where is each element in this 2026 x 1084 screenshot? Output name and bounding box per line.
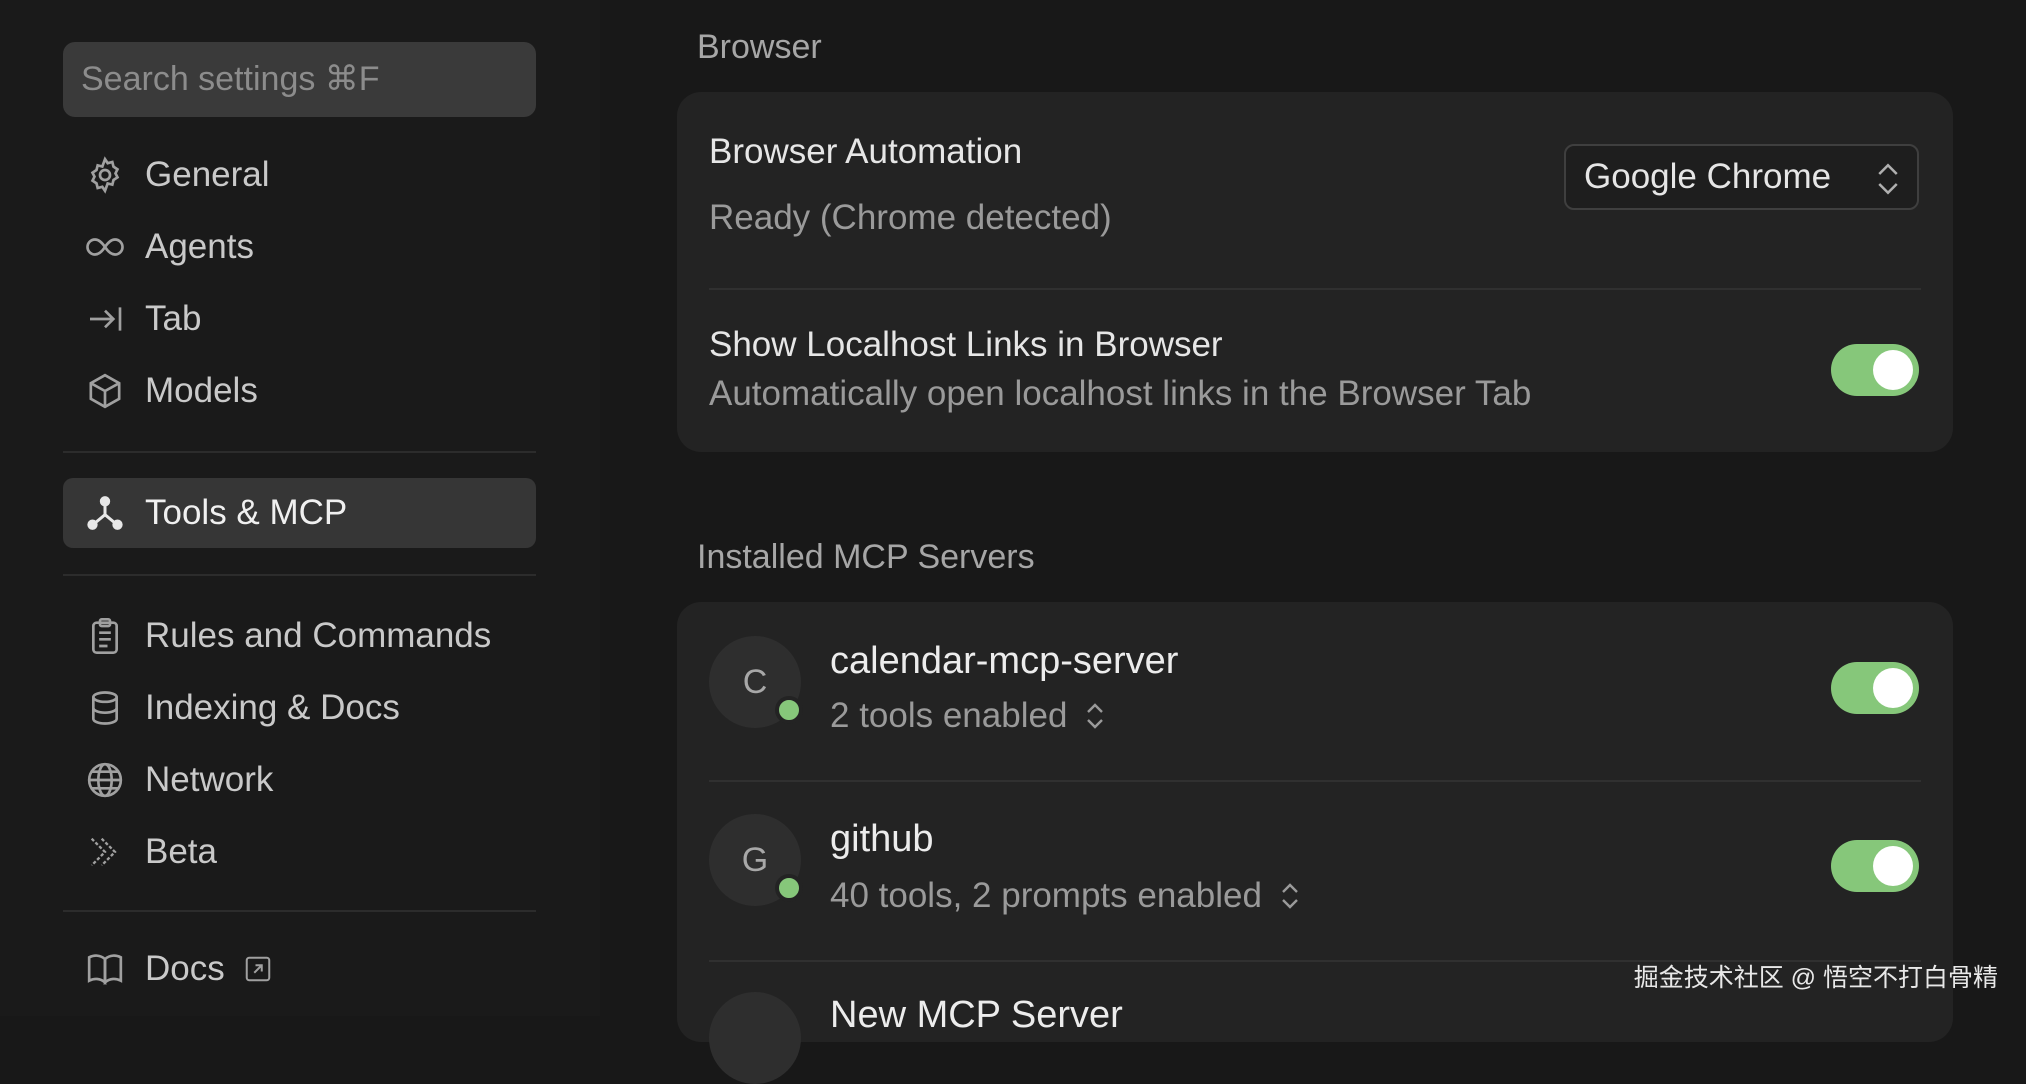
- book-icon: [83, 947, 127, 991]
- server-avatar: [709, 992, 801, 1084]
- chevron-up-down-icon: [1087, 703, 1104, 729]
- sidebar-divider: [63, 910, 536, 912]
- sidebar-item-tools-mcp[interactable]: Tools & MCP: [63, 478, 536, 548]
- toggle-knob: [1873, 668, 1913, 708]
- sidebar-item-label: Models: [145, 371, 258, 410]
- server-tools-dropdown[interactable]: 40 tools, 2 prompts enabled: [830, 876, 1302, 916]
- sidebar-item-network[interactable]: Network: [63, 745, 536, 815]
- sidebar-item-label: General: [145, 155, 270, 194]
- globe-icon: [83, 758, 127, 802]
- sidebar-divider: [63, 451, 536, 453]
- sidebar-item-models[interactable]: Models: [63, 356, 536, 426]
- server-tools-summary: 40 tools, 2 prompts enabled: [830, 876, 1262, 915]
- browser-automation-title: Browser Automation: [709, 132, 1023, 171]
- sidebar-item-label: Docs: [145, 949, 225, 988]
- search-settings-input[interactable]: [63, 42, 536, 117]
- sidebar-item-label: Tools & MCP: [145, 493, 348, 532]
- database-icon: [83, 686, 127, 730]
- sidebar-item-label: Rules and Commands: [145, 616, 492, 655]
- watermark-text: 掘金技术社区 @ 悟空不打白骨精: [1633, 964, 1998, 992]
- browser-settings-card: Browser Automation Ready (Chrome detecte…: [677, 92, 1953, 452]
- mcp-section-title: Installed MCP Servers: [697, 538, 1035, 576]
- clipboard-icon: [83, 614, 127, 658]
- network-nodes-icon: [83, 491, 127, 535]
- infinity-icon: [83, 225, 127, 269]
- sidebar-item-general[interactable]: General: [63, 140, 536, 210]
- status-online-dot: [775, 874, 803, 902]
- server-avatar-initial: C: [742, 662, 768, 701]
- chevron-up-down-icon: [1282, 883, 1298, 909]
- sidebar-item-rules-commands[interactable]: Rules and Commands: [63, 601, 536, 671]
- arrow-to-bar-icon: [83, 297, 127, 341]
- row-divider: [709, 288, 1921, 290]
- server-name: github: [830, 818, 934, 860]
- sidebar-item-label: Beta: [145, 832, 217, 871]
- sidebar-item-agents[interactable]: Agents: [63, 212, 536, 282]
- sidebar-item-label: Indexing & Docs: [145, 688, 400, 727]
- cube-icon: [83, 369, 127, 413]
- server-avatar: G: [709, 814, 803, 906]
- status-online-dot: [775, 696, 803, 724]
- toggle-knob: [1873, 350, 1913, 390]
- sidebar-item-label: Tab: [145, 299, 202, 338]
- sidebar-divider: [63, 574, 536, 576]
- external-link-icon: [245, 956, 270, 982]
- localhost-links-title: Show Localhost Links in Browser: [709, 325, 1223, 364]
- browser-select-value: Google Chrome: [1584, 157, 1832, 196]
- sidebar-item-tab[interactable]: Tab: [63, 284, 536, 354]
- sidebar-item-label: Agents: [145, 227, 254, 266]
- browser-section-title: Browser: [697, 28, 822, 66]
- server-avatar: C: [709, 636, 803, 728]
- settings-sidebar: General Agents Tab Models: [0, 0, 600, 1016]
- localhost-links-toggle[interactable]: [1831, 344, 1919, 396]
- sidebar-item-docs[interactable]: Docs: [63, 934, 536, 1004]
- sidebar-item-label: Network: [145, 760, 274, 799]
- gear-icon: [83, 153, 127, 197]
- localhost-links-description: Automatically open localhost links in th…: [709, 374, 1532, 413]
- row-divider: [709, 780, 1921, 782]
- browser-automation-status: Ready (Chrome detected): [709, 198, 1112, 237]
- server-enable-toggle[interactable]: [1831, 840, 1919, 892]
- server-tools-summary: 2 tools enabled: [830, 696, 1068, 735]
- server-tools-dropdown[interactable]: 2 tools enabled: [830, 696, 1107, 736]
- sidebar-item-indexing-docs[interactable]: Indexing & Docs: [63, 673, 536, 743]
- toggle-knob: [1873, 846, 1913, 886]
- server-name: calendar-mcp-server: [830, 640, 1179, 682]
- chevron-up-down-icon: [1878, 163, 1898, 195]
- sidebar-item-beta[interactable]: Beta: [63, 817, 536, 887]
- browser-select[interactable]: Google Chrome: [1564, 144, 1919, 210]
- server-enable-toggle[interactable]: [1831, 662, 1919, 714]
- server-avatar-initial: G: [741, 840, 769, 879]
- double-chevron-icon: [83, 830, 127, 874]
